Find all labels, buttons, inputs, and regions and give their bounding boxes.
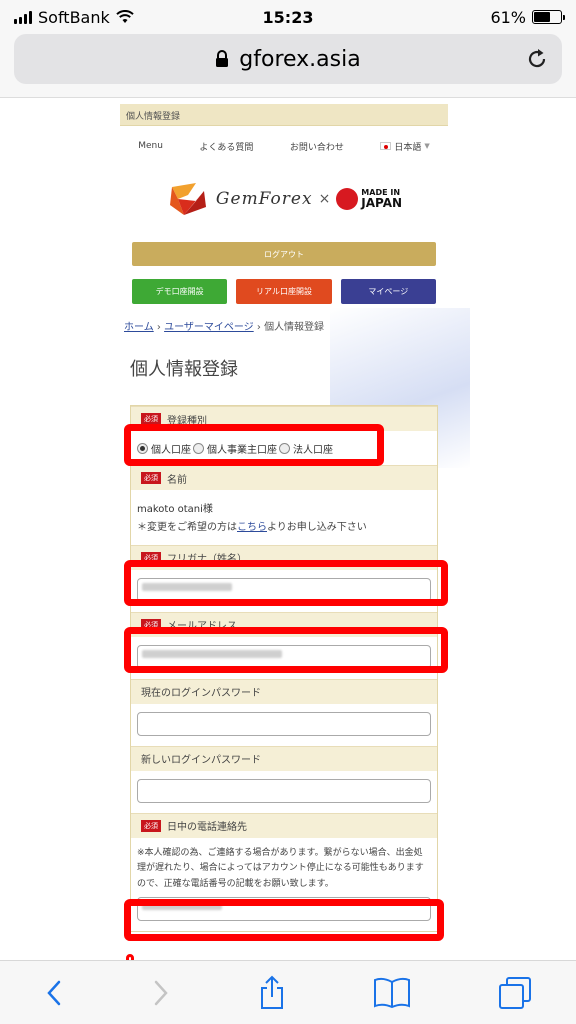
name-note-prefix: ＊変更をご希望の方は: [137, 522, 237, 533]
forward-icon[interactable]: [150, 978, 172, 1008]
new-password-label: 新しいログインパスワード: [141, 755, 261, 766]
new-password-body: [131, 770, 437, 813]
lock-icon: [216, 50, 229, 67]
rising-sun-icon: [336, 188, 359, 210]
status-bar: SoftBank 15:23 61%: [0, 0, 576, 34]
name-note-suffix: よりお申し込み下さい: [267, 522, 367, 533]
nav-menu[interactable]: Menu: [138, 141, 163, 151]
battery-percent: 61%: [490, 7, 526, 27]
browser-url-area: gforex.asia: [0, 34, 576, 98]
gemforex-logo-icon: [169, 183, 206, 215]
name-header: 必須 名前: [131, 465, 437, 490]
back-icon[interactable]: [43, 978, 65, 1008]
required-badge: 必須: [141, 819, 161, 832]
name-change-note: ＊変更をご希望の方はこちらよりお申し込み下さい: [137, 519, 431, 537]
breadcrumb-separator: ›: [256, 322, 261, 333]
signal-icon: [14, 10, 32, 24]
phone-label: 日中の電話連絡先: [167, 822, 247, 833]
nav-faq[interactable]: よくある質問: [199, 140, 253, 153]
language-label: 日本語: [394, 142, 422, 153]
breadcrumb: ホーム › ユーザーマイページ › 個人情報登録: [124, 318, 444, 333]
logo-text: GemForex: [215, 189, 313, 209]
current-password-input[interactable]: [137, 711, 431, 736]
breadcrumb-user-page[interactable]: ユーザーマイページ: [164, 322, 254, 333]
required-badge: 必須: [141, 472, 161, 484]
mypage-button[interactable]: マイページ: [340, 279, 436, 304]
new-password-header: 新しいログインパスワード: [131, 745, 437, 771]
account-buttons: デモ口座開設 リアル口座開設 マイページ: [132, 279, 436, 304]
battery-group: 61%: [490, 7, 565, 27]
current-password-header: 現在のログインパスワード: [131, 678, 437, 704]
browser-toolbar: [0, 960, 576, 1024]
highlight-furigana: [124, 560, 448, 606]
language-selector[interactable]: 日本語 ▼: [380, 140, 430, 153]
share-icon[interactable]: [257, 975, 287, 1011]
highlight-phone: [124, 899, 444, 941]
phone-note: ※本人確認の為、ご連絡する場合があります。繋がらない場合、出金処理が遅れたり、場…: [137, 847, 424, 890]
logout-button[interactable]: ログアウト: [132, 242, 436, 266]
name-change-link[interactable]: こちら: [237, 522, 267, 533]
carrier-name: SoftBank: [38, 7, 110, 27]
japan-label: JAPAN: [361, 195, 403, 210]
name-body: makoto otani様 ＊変更をご希望の方はこちらよりお申し込み下さい: [131, 490, 437, 545]
real-account-button[interactable]: リアル口座開設: [236, 279, 332, 304]
logo-cross: ×: [318, 191, 331, 207]
current-password-label: 現在のログインパスワード: [141, 688, 261, 699]
current-password-body: [131, 703, 437, 746]
site-container: 個人情報登録 Menu よくある質問 お問い合わせ 日本語 ▼ GemForex…: [120, 104, 448, 932]
web-page: 個人情報登録 Menu よくある質問 お問い合わせ 日本語 ▼ GemForex…: [0, 98, 576, 960]
brand-logo: GemForex × MADE IN JAPAN: [120, 166, 448, 232]
new-password-input[interactable]: [137, 778, 431, 803]
tabs-icon[interactable]: [497, 975, 533, 1011]
wifi-icon: [116, 10, 134, 23]
breadcrumb-home[interactable]: ホーム: [124, 322, 154, 333]
japan-flag-icon: [380, 142, 392, 150]
highlight-registration-type: [124, 424, 384, 466]
name-value: makoto otani様: [137, 504, 213, 515]
carrier-group: SoftBank: [14, 8, 134, 27]
name-label: 名前: [167, 474, 187, 486]
breadcrumb-current: 個人情報登録: [264, 322, 325, 333]
breadcrumb-separator: ›: [156, 322, 161, 333]
top-strip: 個人情報登録: [120, 104, 448, 126]
site-nav: Menu よくある質問 お問い合わせ 日本語 ▼: [120, 126, 448, 166]
address-bar[interactable]: gforex.asia: [14, 34, 562, 84]
battery-icon: [532, 10, 565, 24]
chevron-down-icon: ▼: [424, 142, 430, 150]
bookmarks-icon[interactable]: [372, 976, 412, 1010]
reload-icon[interactable]: [524, 46, 550, 72]
nav-contact[interactable]: お問い合わせ: [290, 140, 344, 153]
made-in-japan-badge: MADE IN JAPAN: [336, 188, 402, 210]
url-text: gforex.asia: [239, 46, 361, 72]
phone-header: 必須 日中の電話連絡先: [131, 812, 437, 838]
highlight-email: [124, 627, 448, 673]
demo-account-button[interactable]: デモ口座開設: [132, 279, 228, 304]
page-title: 個人情報登録: [130, 359, 238, 380]
